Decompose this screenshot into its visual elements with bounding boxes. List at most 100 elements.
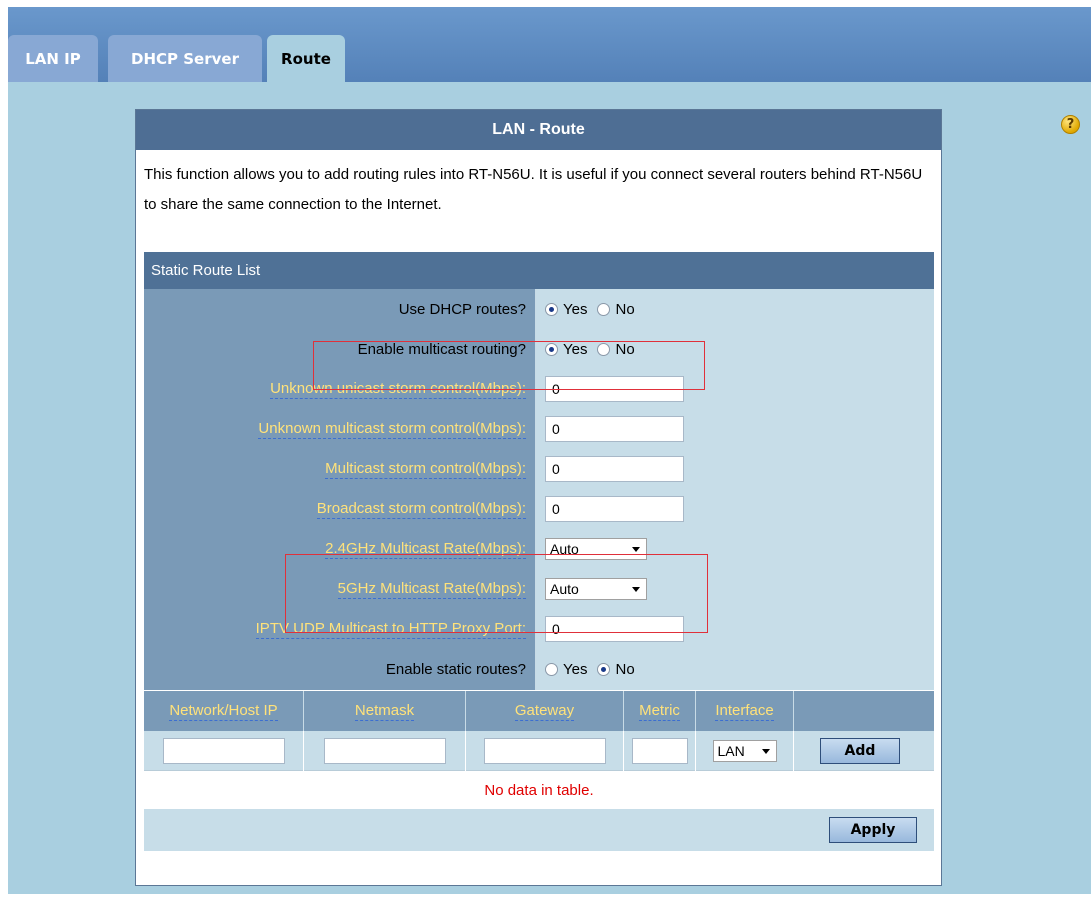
unknown-multicast-input[interactable]: [545, 416, 684, 442]
option-label: Yes: [563, 300, 588, 318]
option-label: No: [615, 300, 635, 318]
unknown-unicast-label: Unknown unicast storm control(Mbps):: [144, 369, 536, 409]
route-input-row: LAN Add: [144, 731, 934, 771]
unknown-multicast-link[interactable]: Unknown multicast storm control(Mbps):: [258, 420, 526, 439]
option-label: No: [615, 661, 635, 678]
radio-selected-icon: [545, 302, 558, 316]
bottom-rule: [8, 894, 1091, 906]
broadcast-storm-input[interactable]: [545, 496, 684, 522]
row-broadcast-storm: Broadcast storm control(Mbps):: [144, 489, 934, 529]
row-enable-static-routes: Enable static routes? Yes No: [144, 649, 934, 690]
rate-5-select[interactable]: Auto: [545, 578, 647, 600]
row-enable-multicast-routing: Enable multicast routing? Yes No: [144, 329, 934, 369]
chevron-down-icon: [632, 547, 640, 552]
metric-cell: [624, 731, 696, 771]
network-ip-cell: [144, 731, 304, 771]
multicast-storm-cell: [536, 449, 934, 489]
static-route-list-header: Static Route List: [144, 252, 934, 289]
enable-static-routes-label: Enable static routes?: [144, 649, 536, 690]
interface-cell: LAN: [696, 731, 794, 771]
broadcast-storm-link[interactable]: Broadcast storm control(Mbps):: [316, 500, 526, 519]
netmask-input[interactable]: [323, 738, 446, 764]
interface-value: LAN: [717, 743, 745, 759]
col-metric[interactable]: Metric: [624, 691, 696, 731]
enable-static-routes-options: Yes No: [536, 649, 934, 690]
row-multicast-storm: Multicast storm control(Mbps):: [144, 449, 934, 489]
radio-unselected-icon: [597, 302, 611, 316]
col-action: [794, 691, 934, 731]
rate-5-link[interactable]: 5GHz Multicast Rate(Mbps):: [337, 580, 526, 599]
gateway-cell: [466, 731, 624, 771]
apply-button[interactable]: Apply: [829, 817, 917, 843]
iptv-port-cell: [536, 609, 934, 649]
panel-description: This function allows you to add routing …: [144, 166, 923, 213]
multicast-storm-label: Multicast storm control(Mbps):: [144, 449, 536, 489]
interface-select[interactable]: LAN: [712, 740, 777, 762]
unknown-unicast-link[interactable]: Unknown unicast storm control(Mbps):: [270, 380, 526, 399]
rate-5-label: 5GHz Multicast Rate(Mbps):: [144, 569, 536, 609]
unknown-multicast-label: Unknown multicast storm control(Mbps):: [144, 409, 536, 449]
iptv-port-input[interactable]: [545, 616, 684, 642]
unknown-multicast-cell: [536, 409, 934, 449]
row-unknown-unicast: Unknown unicast storm control(Mbps):: [144, 369, 934, 409]
enable-multicast-routing-options: Yes No: [536, 329, 934, 369]
radio-selected-icon: [545, 342, 558, 356]
radio-selected-icon: [597, 663, 611, 676]
radio-unselected-icon: [545, 663, 558, 676]
option-label: No: [615, 340, 635, 358]
rate-24-link[interactable]: 2.4GHz Multicast Rate(Mbps):: [325, 540, 526, 559]
row-iptv-proxy-port: IPTV UDP Multicast to HTTP Proxy Port:: [144, 609, 934, 649]
metric-input[interactable]: [631, 738, 688, 764]
multicast-storm-link[interactable]: Multicast storm control(Mbps):: [325, 460, 526, 479]
enable-static-routes-no[interactable]: No: [597, 661, 635, 678]
unknown-unicast-cell: [536, 369, 934, 409]
panel-title: LAN - Route: [136, 110, 941, 150]
use-dhcp-routes-yes[interactable]: Yes: [545, 301, 587, 318]
rate-24-value: Auto: [550, 541, 579, 557]
empty-table-message: No data in table.: [144, 771, 934, 809]
row-24ghz-multicast-rate: 2.4GHz Multicast Rate(Mbps): Auto: [144, 529, 934, 569]
rate-5-cell: Auto: [536, 569, 934, 609]
chevron-down-icon: [761, 749, 770, 754]
enable-multicast-routing-no[interactable]: No: [597, 340, 635, 358]
tab-lan-ip[interactable]: LAN IP: [8, 35, 98, 82]
iptv-port-label: IPTV UDP Multicast to HTTP Proxy Port:: [144, 609, 536, 649]
enable-multicast-routing-label: Enable multicast routing?: [144, 329, 536, 369]
network-host-ip-input[interactable]: [162, 738, 285, 764]
route-panel: LAN - Route This function allows you to …: [135, 109, 942, 886]
add-cell: Add: [794, 731, 934, 771]
row-use-dhcp-routes: Use DHCP routes? Yes No: [144, 289, 934, 329]
enable-static-routes-yes[interactable]: Yes: [545, 661, 587, 678]
col-network-host-ip[interactable]: Network/Host IP: [144, 691, 304, 731]
route-table-header: Network/Host IP Netmask Gateway Metric I…: [144, 691, 934, 731]
apply-row: Apply: [144, 809, 934, 851]
help-icon[interactable]: ?: [1061, 115, 1080, 134]
row-unknown-multicast: Unknown multicast storm control(Mbps):: [144, 409, 934, 449]
col-gateway[interactable]: Gateway: [466, 691, 624, 731]
broadcast-storm-cell: [536, 489, 934, 529]
col-interface[interactable]: Interface: [696, 691, 794, 731]
unknown-unicast-input[interactable]: [545, 376, 684, 402]
enable-multicast-routing-yes[interactable]: Yes: [545, 341, 587, 358]
use-dhcp-routes-label: Use DHCP routes?: [144, 289, 536, 329]
row-5ghz-multicast-rate: 5GHz Multicast Rate(Mbps): Auto: [144, 569, 934, 609]
add-button[interactable]: Add: [820, 738, 900, 764]
chevron-down-icon: [632, 587, 640, 592]
col-netmask[interactable]: Netmask: [304, 691, 466, 731]
use-dhcp-routes-no[interactable]: No: [597, 300, 635, 318]
rate-24-select[interactable]: Auto: [545, 538, 647, 560]
rate-24-label: 2.4GHz Multicast Rate(Mbps):: [144, 529, 536, 569]
tab-route[interactable]: Route: [267, 35, 345, 82]
gateway-input[interactable]: [483, 738, 606, 764]
radio-unselected-icon: [597, 342, 611, 356]
netmask-cell: [304, 731, 466, 771]
rate-24-cell: Auto: [536, 529, 934, 569]
option-label: Yes: [563, 661, 588, 678]
use-dhcp-routes-options: Yes No: [536, 289, 934, 329]
rate-5-value: Auto: [550, 581, 579, 597]
multicast-storm-input[interactable]: [545, 456, 684, 482]
tab-dhcp-server[interactable]: DHCP Server: [108, 35, 262, 82]
broadcast-storm-label: Broadcast storm control(Mbps):: [144, 489, 536, 529]
iptv-port-link[interactable]: IPTV UDP Multicast to HTTP Proxy Port:: [255, 620, 526, 639]
option-label: Yes: [563, 340, 588, 358]
